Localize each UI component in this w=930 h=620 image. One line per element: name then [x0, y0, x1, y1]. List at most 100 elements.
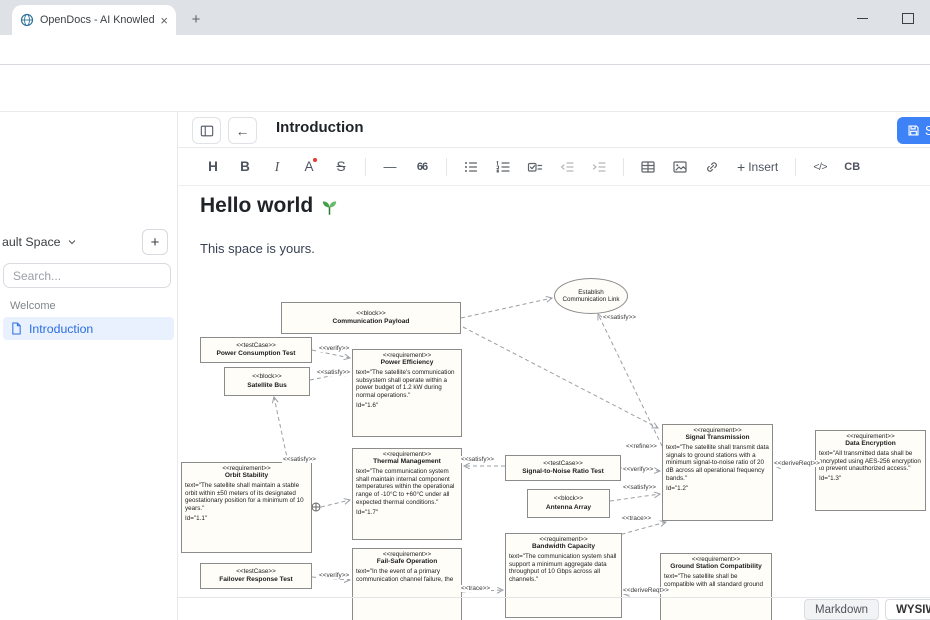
toggle-sidebar-button[interactable] [192, 117, 221, 144]
color-dot [313, 158, 317, 162]
window-minimize-button[interactable] [849, 11, 875, 25]
image-button[interactable] [667, 154, 693, 180]
favicon-globe-icon [20, 13, 34, 27]
edge-label: <<satisfy>> [316, 369, 351, 376]
tab-title: OpenDocs - AI Knowledge Base [40, 14, 154, 26]
browser-tab[interactable]: OpenDocs - AI Knowledge Base × [12, 5, 176, 35]
outdent-button[interactable] [554, 154, 580, 180]
edge-label: <<trace>> [460, 585, 491, 592]
minimize-icon [857, 18, 868, 19]
window-maximize-button[interactable] [895, 11, 921, 25]
diagram-node: <<requirement>>Thermal Managementtext="T… [352, 448, 462, 540]
horizontal-rule-glyph: — [384, 159, 397, 174]
diagram-node: <<block>>Communication Payload [281, 302, 461, 334]
diagram-node: <<testCase>>Power Consumption Test [200, 337, 312, 363]
edge-label: <<deriveReqt>> [773, 460, 821, 467]
ordered-list-icon [495, 159, 511, 175]
custom-block-glyph: CB [844, 161, 860, 173]
edge-label: <<satisfy>> [602, 314, 637, 321]
browser-navbar: → ≡ ai-toolbox.visual-paradigm.com/app/o… [0, 35, 930, 65]
toolbar-separator [623, 158, 624, 176]
diagram-node: <<block>>Antenna Array [527, 489, 610, 518]
document-paragraph: This space is yours. [200, 241, 315, 256]
ordered-list-button[interactable] [490, 154, 516, 180]
diagram-node: Establish Communication Link [554, 278, 628, 314]
outdent-icon [559, 159, 575, 175]
diagram-node: <<testCase>>Failover Response Test [200, 563, 312, 589]
format-toolbar: H B I AS — 66 +Insert </> CB [178, 148, 930, 186]
sidebar-item-introduction[interactable]: Introduction [3, 317, 174, 340]
wysiwyg-mode-button[interactable]: WYSIWYG [885, 599, 930, 620]
heading-glyph: H [208, 159, 218, 174]
new-tab-button[interactable]: + [186, 9, 206, 29]
document-heading: Hello world [200, 194, 339, 218]
code-block-glyph: </> [813, 161, 827, 173]
table-button[interactable] [635, 154, 661, 180]
insert-glyph: + [737, 159, 745, 175]
edge-label: <<satisfy>> [460, 456, 495, 463]
editor-bottom-divider [178, 597, 930, 598]
font-color-glyph: A [304, 159, 313, 174]
insert-button[interactable]: +Insert [731, 154, 784, 180]
toolbar-separator [795, 158, 796, 176]
markdown-mode-button[interactable]: Markdown [804, 599, 879, 620]
link-icon [704, 159, 720, 175]
horizontal-rule-button[interactable]: — [377, 154, 403, 180]
sidebar-section-welcome: Welcome [10, 300, 56, 312]
chevron-down-icon [67, 237, 77, 247]
task-list-icon [527, 159, 543, 175]
diagram-node: <<block>>Satellite Bus [224, 367, 310, 396]
diagram-node: <<requirement>>Fail-Safe Operationtext="… [352, 548, 462, 620]
edge-label: <<satisfy>> [282, 456, 317, 463]
seedling-icon [320, 197, 339, 216]
tab-close-icon[interactable]: × [160, 14, 168, 27]
bold-button[interactable]: B [232, 154, 258, 180]
diagram-node: <<requirement>>Data Encryptiontext="All … [815, 430, 926, 511]
app-header: OpenDocs Powered by Visual Paradigm Shar… [0, 65, 930, 112]
edge-label: <<verify>> [622, 466, 654, 473]
blockquote-glyph: 66 [417, 161, 427, 173]
edge-label: <<refine>> [625, 443, 658, 450]
page-title: Introduction [276, 119, 363, 136]
bold-glyph: B [240, 159, 250, 174]
strikethrough-button[interactable]: S [328, 154, 354, 180]
add-page-button[interactable]: + [142, 229, 168, 255]
search-input[interactable] [3, 263, 171, 288]
edge-label: <<verify>> [318, 572, 350, 579]
browser-window: OpenDocs - AI Knowledge Base × + → ≡ ai-… [0, 0, 930, 620]
panel-icon [200, 124, 214, 138]
diagram-node: <<requirement>>Power Efficiencytext="The… [352, 349, 462, 437]
save-button[interactable]: Save [897, 117, 930, 144]
back-button[interactable]: ← [228, 117, 257, 144]
bullet-list-button[interactable] [458, 154, 484, 180]
task-list-button[interactable] [522, 154, 548, 180]
sidebar-item-label: Introduction [29, 322, 93, 336]
code-block-button[interactable]: </> [807, 154, 833, 180]
bullet-list-icon [463, 159, 479, 175]
edge-label: <<verify>> [318, 345, 350, 352]
link-button[interactable] [699, 154, 725, 180]
edge-label: <<deriveReqt>> [622, 587, 670, 594]
maximize-icon [902, 13, 914, 24]
edge-label: <<satisfy>> [622, 484, 657, 491]
image-icon [672, 159, 688, 175]
heading-button[interactable]: H [200, 154, 226, 180]
blockquote-button[interactable]: 66 [409, 154, 435, 180]
sidebar: ault Space + Welcome Introduction [0, 112, 178, 620]
indent-icon [591, 159, 607, 175]
diagram-node: <<requirement>>Ground Station Compatibil… [660, 553, 772, 620]
diagram[interactable]: Establish Communication Link <<block>>Com… [178, 270, 930, 620]
diagram-node: <<requirement>>Signal Transmissiontext="… [662, 424, 773, 521]
diagram-node: <<testCase>>Signal-to-Noise Ratio Test [505, 455, 621, 481]
italic-button[interactable]: I [264, 154, 290, 180]
edge-label: <<trace>> [621, 515, 652, 522]
space-name: ault Space [2, 235, 61, 249]
editor-mode-switch: Markdown WYSIWYG [804, 599, 930, 620]
font-color-button[interactable]: A [296, 154, 322, 180]
italic-glyph: I [275, 159, 280, 175]
indent-button[interactable] [586, 154, 612, 180]
tab-strip: OpenDocs - AI Knowledge Base × + [0, 0, 930, 35]
save-floppy-icon [907, 124, 920, 137]
document-icon [11, 322, 22, 335]
custom-block-button[interactable]: CB [839, 154, 865, 180]
